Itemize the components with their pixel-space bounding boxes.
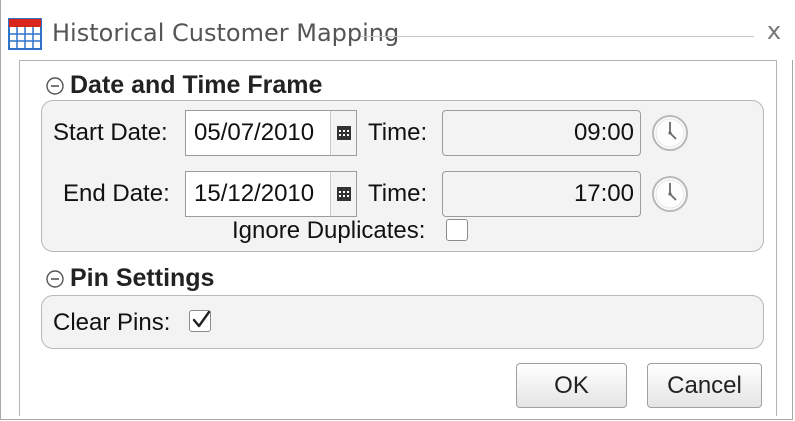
- close-button[interactable]: x: [759, 16, 789, 46]
- collapse-icon: [46, 76, 64, 95]
- clear-pins-checkbox[interactable]: [189, 310, 211, 332]
- dialog-body: Date and Time Frame Start Date: Time:: [19, 60, 777, 416]
- dialog-title: Historical Customer Mapping: [52, 19, 400, 47]
- ignore-duplicates-label: Ignore Duplicates:: [232, 217, 426, 244]
- start-date-picker-button[interactable]: [330, 111, 356, 155]
- ignore-duplicates-checkbox[interactable]: [446, 219, 468, 241]
- dialog-titlebar[interactable]: Historical Customer Mapping x: [1, 0, 794, 60]
- end-time-label: Time:: [368, 180, 428, 207]
- end-date-picker-button[interactable]: [330, 172, 356, 216]
- calendar-grid-icon: [8, 18, 42, 50]
- clear-pins-label: Clear Pins:: [53, 309, 171, 336]
- start-date-label: Start Date:: [53, 119, 168, 146]
- collapse-icon: [46, 269, 64, 288]
- ok-button[interactable]: OK: [516, 363, 627, 408]
- date-time-section-header[interactable]: Date and Time Frame: [46, 71, 322, 100]
- end-time-input[interactable]: [442, 171, 641, 217]
- calendar-icon: [337, 126, 351, 140]
- end-date-label: End Date:: [63, 180, 170, 207]
- pin-settings-section-label: Pin Settings: [70, 264, 215, 292]
- calendar-icon: [337, 187, 351, 201]
- start-time-input[interactable]: [442, 110, 641, 156]
- end-time-clock-icon[interactable]: [650, 174, 690, 214]
- date-time-section-label: Date and Time Frame: [70, 71, 323, 99]
- start-time-label: Time:: [368, 119, 428, 146]
- historical-customer-mapping-dialog: Historical Customer Mapping x Date and T…: [0, 0, 794, 420]
- pin-settings-group: Clear Pins:: [41, 295, 764, 349]
- date-time-group: Start Date: Time:: [41, 100, 764, 252]
- checkmark-icon: [192, 310, 211, 328]
- start-time-clock-icon[interactable]: [650, 113, 690, 153]
- cancel-button[interactable]: Cancel: [647, 363, 762, 408]
- titlebar-divider: [361, 36, 754, 37]
- pin-settings-section-header[interactable]: Pin Settings: [46, 264, 214, 293]
